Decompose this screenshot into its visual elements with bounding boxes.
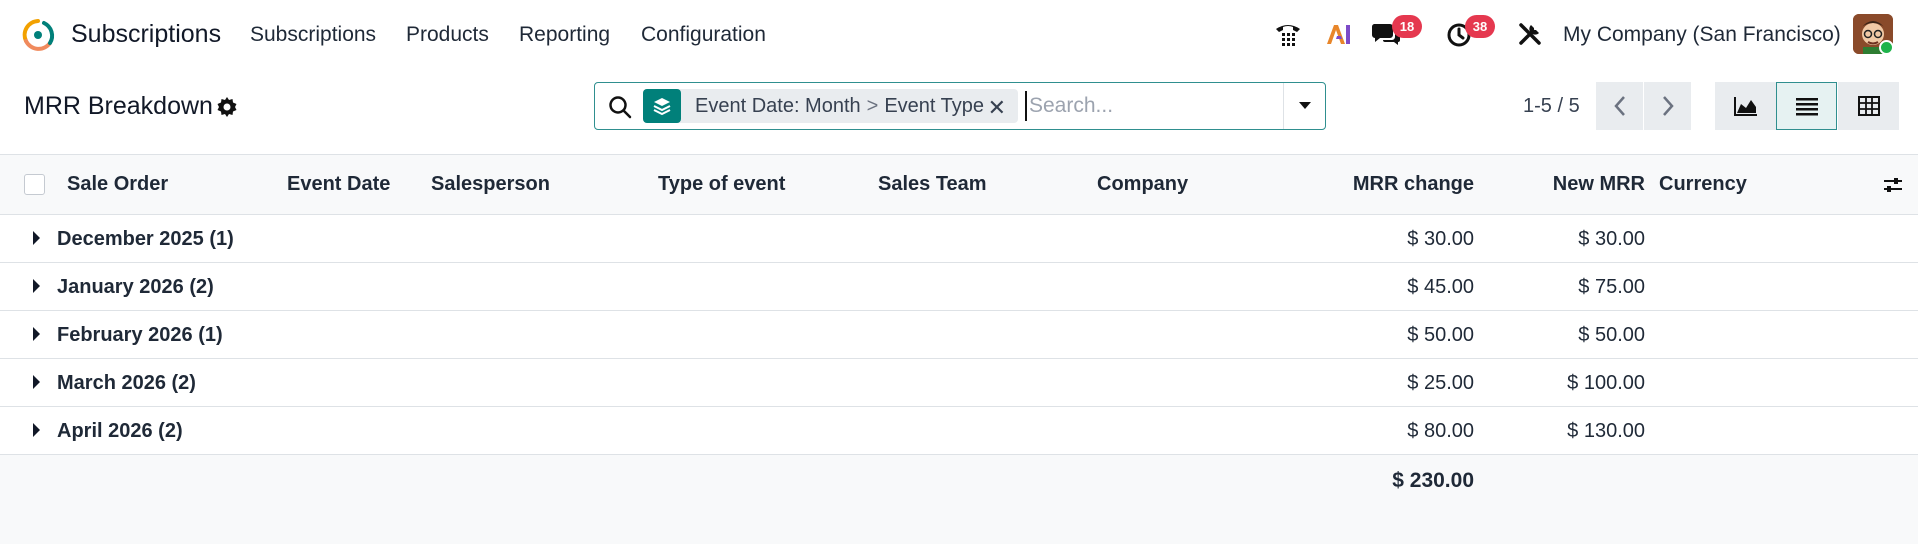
mrr-change-value: $ 30.00 — [1407, 228, 1474, 250]
top-navbar: Subscriptions Subscriptions Products Rep… — [0, 0, 1918, 70]
subscriptions-app-icon[interactable] — [20, 17, 56, 53]
column-mrr-change[interactable]: MRR change — [1353, 173, 1474, 196]
search-options-toggle[interactable] — [1283, 83, 1325, 129]
column-settings-icon[interactable] — [1882, 174, 1904, 196]
gear-icon[interactable] — [215, 95, 239, 119]
column-salesperson[interactable]: Salesperson — [431, 173, 550, 196]
caret-right-icon — [33, 375, 40, 389]
chevron-right-icon — [1662, 96, 1674, 116]
column-sales-team[interactable]: Sales Team — [878, 173, 987, 196]
app-name[interactable]: Subscriptions — [71, 20, 221, 49]
menu-products[interactable]: Products — [406, 23, 489, 47]
new-mrr-value: $ 30.00 — [1578, 228, 1645, 250]
menu-configuration[interactable]: Configuration — [641, 23, 766, 47]
grouped-rows: December 2025 (1) $ 30.00 $ 30.00 Januar… — [0, 215, 1918, 455]
menu-subscriptions[interactable]: Subscriptions — [250, 23, 376, 47]
groupby-facet: Event Date: Month > Event Type ✕ — [643, 89, 1018, 123]
tools-icon[interactable] — [1514, 18, 1546, 50]
pager-value[interactable]: 1-5 / 5 — [1523, 95, 1580, 118]
search-input[interactable] — [1025, 91, 1275, 121]
area-chart-icon — [1733, 97, 1757, 116]
column-new-mrr[interactable]: New MRR — [1553, 173, 1645, 196]
ai-icon[interactable] — [1322, 18, 1354, 50]
group-label: April 2026 (2) — [57, 420, 183, 442]
caret-down-icon — [1298, 102, 1311, 109]
list-icon — [1795, 98, 1818, 116]
page-title[interactable]: MRR Breakdown — [24, 92, 213, 121]
mrr-change-value: $ 45.00 — [1407, 276, 1474, 298]
group-label: December 2025 (1) — [57, 228, 234, 250]
table-header: Sale Order Event Date Salesperson Type o… — [0, 155, 1918, 215]
caret-right-icon — [33, 231, 40, 245]
layers-icon — [643, 89, 681, 123]
group-label: January 2026 (2) — [57, 276, 214, 298]
new-mrr-value: $ 75.00 — [1578, 276, 1645, 298]
select-all-checkbox[interactable] — [24, 174, 45, 195]
group-row[interactable]: January 2026 (2) $ 45.00 $ 75.00 — [0, 263, 1918, 311]
new-mrr-value: $ 100.00 — [1567, 372, 1645, 394]
close-icon[interactable]: ✕ — [988, 95, 1006, 121]
column-type-of-event[interactable]: Type of event — [658, 173, 785, 196]
caret-right-icon — [33, 423, 40, 437]
online-status-icon — [1879, 40, 1894, 55]
list-view-button[interactable] — [1776, 82, 1837, 130]
group-row[interactable]: April 2026 (2) $ 80.00 $ 130.00 — [0, 407, 1918, 455]
mrr-change-value: $ 80.00 — [1407, 420, 1474, 442]
facet-label: Event Date: Month > Event Type — [695, 94, 985, 117]
activity-badge: 38 — [1465, 15, 1495, 38]
group-row[interactable]: December 2025 (1) $ 30.00 $ 30.00 — [0, 215, 1918, 263]
search-bar: Event Date: Month > Event Type ✕ — [594, 82, 1326, 130]
mrr-change-total: $ 230.00 — [1392, 469, 1474, 492]
table-icon — [1857, 96, 1880, 116]
group-label: March 2026 (2) — [57, 372, 196, 394]
mrr-change-value: $ 50.00 — [1407, 324, 1474, 346]
pivot-view-button[interactable] — [1838, 82, 1899, 130]
pager-next-button[interactable] — [1644, 82, 1691, 130]
caret-right-icon — [33, 327, 40, 341]
phone-icon[interactable] — [1272, 18, 1304, 50]
chevron-left-icon — [1613, 96, 1625, 116]
control-panel: MRR Breakdown Event Date: Month > Event Ty… — [0, 70, 1918, 155]
graph-view-button[interactable] — [1715, 82, 1776, 130]
new-mrr-value: $ 130.00 — [1567, 420, 1645, 442]
group-label: February 2026 (1) — [57, 324, 223, 346]
menu-reporting[interactable]: Reporting — [519, 23, 610, 47]
search-icon[interactable] — [607, 94, 633, 120]
column-company[interactable]: Company — [1097, 173, 1188, 196]
column-event-date[interactable]: Event Date — [287, 173, 390, 196]
group-row[interactable]: March 2026 (2) $ 25.00 $ 100.00 — [0, 359, 1918, 407]
new-mrr-value: $ 50.00 — [1578, 324, 1645, 346]
mrr-change-value: $ 25.00 — [1407, 372, 1474, 394]
column-sale-order[interactable]: Sale Order — [67, 173, 168, 196]
group-row[interactable]: February 2026 (1) $ 50.00 $ 50.00 — [0, 311, 1918, 359]
company-switcher[interactable]: My Company (San Francisco) — [1563, 23, 1841, 47]
chat-badge: 18 — [1392, 15, 1422, 38]
pager-previous-button[interactable] — [1596, 82, 1643, 130]
column-currency[interactable]: Currency — [1659, 173, 1747, 196]
caret-right-icon — [33, 279, 40, 293]
